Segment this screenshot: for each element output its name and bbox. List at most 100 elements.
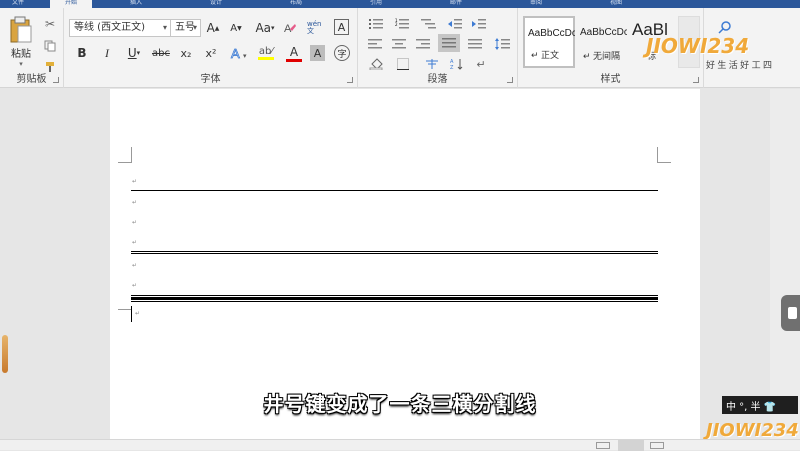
chevron-down-icon: ▾ (192, 23, 197, 32)
document-area: ↵ ↵ ↵ ↵ ↵ ↵ ↵ (0, 89, 770, 441)
justify-icon[interactable] (438, 34, 460, 52)
volume-slider[interactable] (2, 335, 8, 373)
increase-indent-icon[interactable] (470, 16, 488, 32)
bold-button[interactable]: B (74, 45, 90, 61)
copy-icon[interactable] (42, 38, 58, 54)
distributed-icon[interactable] (466, 36, 484, 52)
editing-labels: 好 生 活 好 工 四 (706, 58, 772, 71)
change-case-button[interactable]: Aa ▾ (252, 20, 278, 36)
tab-layout[interactable]: 布局 (290, 0, 318, 8)
paragraph-group: 12 AZ ↵ 段落 (358, 8, 518, 88)
underline-label: U (127, 46, 137, 60)
print-layout-icon[interactable] (618, 440, 644, 451)
watermark-text: JIOWI234 (706, 420, 799, 441)
video-caption: 井号键变成了一条三横分割线 (263, 392, 537, 416)
tab-mailings[interactable]: 邮件 (450, 0, 478, 8)
ribbon: 粘贴 ▾ ✂ 剪贴板 等线 (西文正文) ▾ 五号 ▾ A ▲ A ▼ Aa ▾ A wé… (0, 8, 800, 88)
ime-label: 中 °, 半 👕 (726, 401, 777, 413)
clear-format-icon[interactable]: A (282, 20, 298, 36)
styles-launcher-icon[interactable] (693, 77, 699, 83)
side-panel-icon (788, 307, 797, 319)
subscript-button[interactable]: x₂ (177, 45, 195, 61)
char-border-button[interactable]: A (334, 19, 349, 35)
styles-group-label: 样式 (600, 74, 621, 85)
font-name-select[interactable]: 等线 (西文正文) ▾ (69, 19, 171, 37)
font-color-button[interactable]: A (282, 43, 306, 63)
single-line-divider (131, 190, 658, 191)
pinyin-guide-label: wén 文 (307, 20, 322, 35)
ribbon-tabs: 文件 开始 插入 设计 布局 引用 邮件 审阅 视图 (0, 0, 800, 8)
highlight-color-swatch (258, 57, 274, 60)
editing-char: 工 (751, 61, 761, 71)
text-effects-button[interactable]: A ▾ (228, 45, 252, 61)
status-bar (0, 439, 800, 451)
chevron-down-icon: ▾ (19, 60, 23, 68)
clipboard-launcher-icon[interactable] (53, 77, 59, 83)
bullets-icon[interactable] (366, 16, 388, 32)
clipboard-icon (10, 16, 32, 43)
highlighter-icon: ab⁄ (258, 46, 274, 57)
read-mode-icon[interactable] (596, 442, 610, 449)
double-line-divider-top (131, 251, 658, 252)
paste-button[interactable]: 粘贴 ▾ (6, 14, 36, 70)
change-case-label: Aa (255, 21, 272, 35)
strikethrough-button[interactable]: abc (150, 45, 172, 61)
align-left-icon[interactable] (366, 36, 384, 52)
tab-view[interactable]: 视图 (610, 0, 638, 8)
editing-char: 活 (728, 61, 738, 71)
grow-font-button[interactable]: A ▲ (205, 20, 221, 36)
editing-char: 好 (706, 61, 716, 71)
cut-icon[interactable]: ✂ (42, 16, 58, 32)
chevron-down-icon: ▾ (162, 23, 167, 32)
triple-line-divider-bottom (131, 301, 658, 302)
paragraph-mark: ↵ (132, 282, 138, 289)
pinyin-guide-button[interactable]: wén 文 (307, 18, 327, 38)
tab-review[interactable]: 审阅 (530, 0, 558, 8)
decrease-indent-icon[interactable] (446, 16, 464, 32)
crop-mark-bottom-left (118, 309, 132, 321)
watermark-logo: JIOWI234 (706, 420, 799, 441)
style-sample: AaBbCcDc (580, 27, 627, 38)
font-color-icon: A (289, 44, 299, 59)
web-layout-icon[interactable] (650, 442, 664, 449)
tab-references[interactable]: 引用 (370, 0, 398, 8)
font-launcher-icon[interactable] (347, 77, 353, 83)
editing-char: 好 (740, 61, 750, 71)
paragraph-group-label: 段落 (427, 74, 448, 85)
line-spacing-icon[interactable] (492, 36, 514, 52)
text-effects-icon: A ▾ (231, 46, 247, 60)
tab-design[interactable]: 设计 (210, 0, 238, 8)
numbering-icon[interactable]: 12 (392, 16, 414, 32)
clipboard-group: 粘贴 ▾ ✂ 剪贴板 (0, 8, 64, 88)
italic-button[interactable]: I (99, 45, 115, 61)
tab-insert[interactable]: 插入 (130, 0, 158, 8)
align-center-icon[interactable] (390, 36, 408, 52)
tab-file[interactable]: 文件 (12, 0, 40, 8)
char-shading-button[interactable]: A (310, 45, 325, 61)
multilevel-list-icon[interactable] (418, 16, 440, 32)
editing-char: 生 (717, 61, 727, 71)
style-name-text: 正文 (541, 50, 560, 60)
paragraph-launcher-icon[interactable] (507, 77, 513, 83)
side-panel-toggle[interactable] (781, 295, 800, 331)
font-size-select[interactable]: 五号 ▾ (170, 19, 201, 37)
tab-home[interactable]: 开始 (50, 0, 92, 8)
svg-text:▾: ▾ (243, 52, 247, 60)
style-no-spacing[interactable]: AaBbCcDc ↵ 无间隔 (576, 16, 628, 68)
font-group: 等线 (西文正文) ▾ 五号 ▾ A ▲ A ▼ Aa ▾ A wén 文 A B I U… (64, 8, 358, 88)
align-right-icon[interactable] (414, 36, 432, 52)
superscript-button[interactable]: x² (202, 45, 220, 61)
underline-button[interactable]: U ▾ (122, 45, 146, 61)
triple-line-divider-middle (131, 297, 658, 300)
vertical-scrollbar[interactable] (770, 89, 800, 439)
paragraph-mark: ↵ (135, 310, 141, 317)
style-name: ↵ 无间隔 (583, 51, 621, 61)
text-cursor (131, 306, 132, 322)
enclose-char-button[interactable]: 字 (334, 45, 350, 61)
paragraph-mark: ↵ (132, 262, 138, 269)
crop-mark-top-right (657, 147, 671, 163)
style-normal[interactable]: AaBbCcDc ↵ 正文 (523, 16, 575, 68)
shrink-font-button[interactable]: A ▼ (228, 20, 244, 36)
highlight-button[interactable]: ab⁄ (254, 43, 278, 63)
ime-indicator[interactable]: 中 °, 半 👕 (722, 396, 798, 414)
